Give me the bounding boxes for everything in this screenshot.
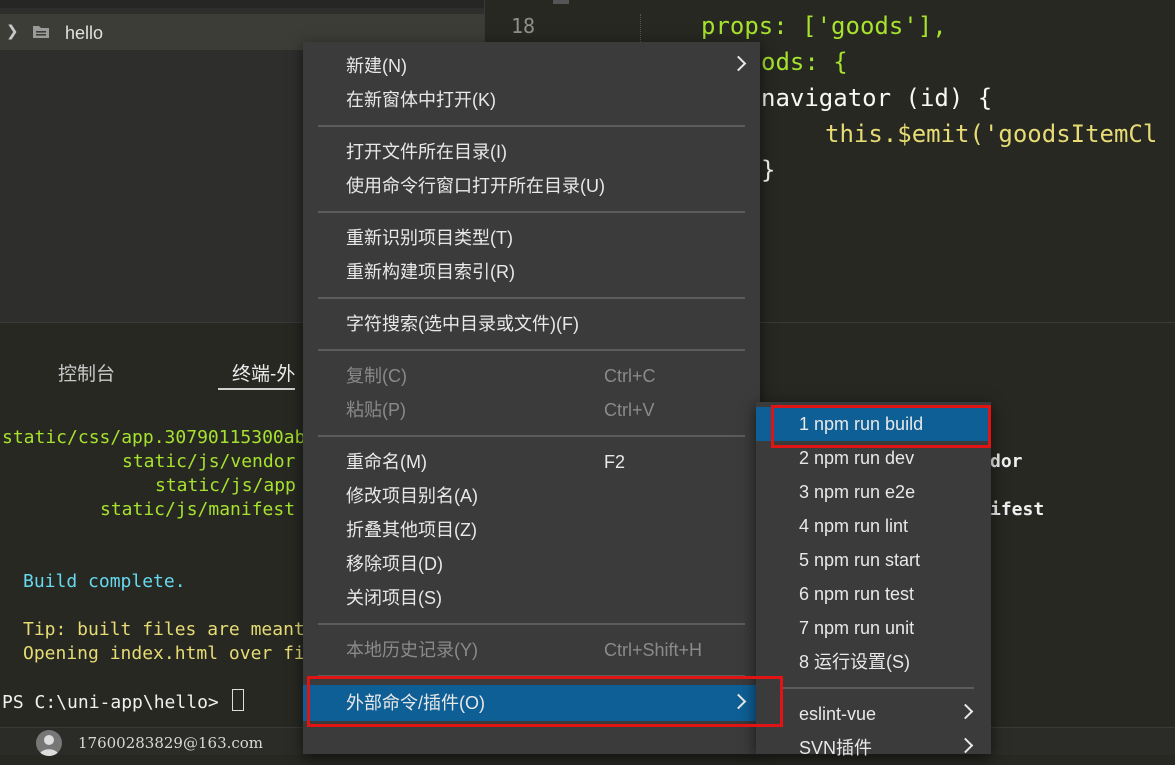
menu-item-collapse-others[interactable]: 折叠其他项目(Z) bbox=[303, 513, 760, 547]
terminal-line: ifest bbox=[990, 499, 1045, 520]
terminal-line: Opening index.html over fi bbox=[23, 643, 305, 664]
menu-item-external-commands[interactable]: 外部命令/插件(O) bbox=[303, 685, 760, 721]
terminal-line: static/js/app bbox=[155, 475, 296, 496]
fold-marker bbox=[553, 0, 569, 4]
code-line: ods: { bbox=[761, 48, 848, 76]
submenu-item-npm-test[interactable]: 6 npm run test bbox=[756, 577, 991, 611]
submenu-item-npm-dev[interactable]: 2 npm run dev bbox=[756, 441, 991, 475]
chevron-right-icon bbox=[957, 703, 974, 720]
submenu-item-npm-e2e[interactable]: 3 npm run e2e bbox=[756, 475, 991, 509]
menu-item-rename[interactable]: 重命名(M) F2 bbox=[303, 445, 760, 479]
user-email[interactable]: 17600283829@163.com bbox=[78, 734, 263, 752]
menu-item-redetect-type[interactable]: 重新识别项目类型(T) bbox=[303, 221, 760, 255]
avatar[interactable] bbox=[36, 730, 62, 756]
tab-terminal[interactable]: 终端-外 bbox=[218, 359, 296, 390]
explorer-top-strip bbox=[0, 0, 484, 8]
submenu-item-npm-start[interactable]: 5 npm run start bbox=[756, 543, 991, 577]
menu-item-search-text[interactable]: 字符搜索(选中目录或文件)(F) bbox=[303, 307, 760, 341]
chevron-right-icon[interactable]: ❯ bbox=[6, 24, 19, 40]
terminal-line: static/css/app.30790115300ab bbox=[2, 427, 306, 448]
menu-item-close-project[interactable]: 关闭项目(S) bbox=[303, 581, 760, 615]
menu-item-open-folder[interactable]: 打开文件所在目录(I) bbox=[303, 135, 760, 169]
menu-separator bbox=[318, 125, 745, 127]
menu-item-remove-project[interactable]: 移除项目(D) bbox=[303, 547, 760, 581]
context-menu: 新建(N) 在新窗体中打开(K) 打开文件所在目录(I) 使用命令行窗口打开所在… bbox=[303, 42, 760, 754]
menu-item-open-in-terminal[interactable]: 使用命令行窗口打开所在目录(U) bbox=[303, 169, 760, 203]
menu-item-local-history: 本地历史记录(Y) Ctrl+Shift+H bbox=[346, 640, 703, 660]
menu-separator bbox=[318, 211, 745, 213]
terminal-line: dor bbox=[990, 451, 1023, 472]
tab-console[interactable]: 控制台 bbox=[58, 359, 115, 386]
user-icon bbox=[39, 735, 59, 756]
line-number: 18 bbox=[511, 14, 536, 38]
terminal-line: Tip: built files are meant bbox=[23, 619, 305, 640]
submenu-item-npm-build[interactable]: 1 npm run build bbox=[756, 407, 991, 441]
chevron-right-icon bbox=[730, 693, 747, 710]
project-name[interactable]: hello bbox=[65, 23, 103, 44]
submenu-item-svn-plugin[interactable]: SVN插件 bbox=[756, 731, 991, 765]
code-line: } bbox=[761, 156, 776, 184]
menu-separator bbox=[781, 687, 974, 689]
submenu-item-run-settings[interactable]: 8 运行设置(S) bbox=[756, 645, 991, 679]
terminal-line: Build complete. bbox=[23, 571, 186, 592]
terminal-line: static/js/vendor bbox=[122, 451, 296, 472]
code-line: this.$emit('goodsItemCl bbox=[825, 120, 1158, 148]
menu-separator bbox=[318, 349, 745, 351]
submenu-item-eslint-vue[interactable]: eslint-vue bbox=[756, 697, 991, 731]
menu-separator bbox=[318, 623, 745, 625]
terminal-cursor bbox=[231, 689, 244, 711]
menu-item-rebuild-index[interactable]: 重新构建项目索引(R) bbox=[303, 255, 760, 289]
submenu-item-npm-unit[interactable]: 7 npm run unit bbox=[756, 611, 991, 645]
menu-separator bbox=[318, 675, 745, 677]
menu-item-new[interactable]: 新建(N) bbox=[303, 49, 760, 83]
terminal-prompt[interactable]: PS C:\uni-app\hello> bbox=[2, 689, 244, 713]
menu-item-open-new-window[interactable]: 在新窗体中打开(K) bbox=[303, 83, 760, 117]
menu-item-paste: 粘贴(P) Ctrl+V bbox=[346, 400, 655, 420]
folder-icon bbox=[33, 26, 49, 38]
chevron-right-icon bbox=[957, 737, 974, 754]
menu-separator bbox=[318, 297, 745, 299]
code-line: props: ['goods'], bbox=[701, 12, 947, 40]
chevron-right-icon bbox=[730, 55, 747, 72]
menu-item-copy: 复制(C) Ctrl+C bbox=[346, 366, 656, 386]
submenu-item-npm-lint[interactable]: 4 npm run lint bbox=[756, 509, 991, 543]
terminal-line: static/js/manifest bbox=[100, 499, 296, 520]
menu-separator bbox=[318, 435, 745, 437]
external-commands-submenu: 1 npm run build 2 npm run dev 3 npm run … bbox=[756, 402, 991, 758]
code-line: navigator (id) { bbox=[761, 84, 993, 112]
menu-item-edit-alias[interactable]: 修改项目别名(A) bbox=[303, 479, 760, 513]
